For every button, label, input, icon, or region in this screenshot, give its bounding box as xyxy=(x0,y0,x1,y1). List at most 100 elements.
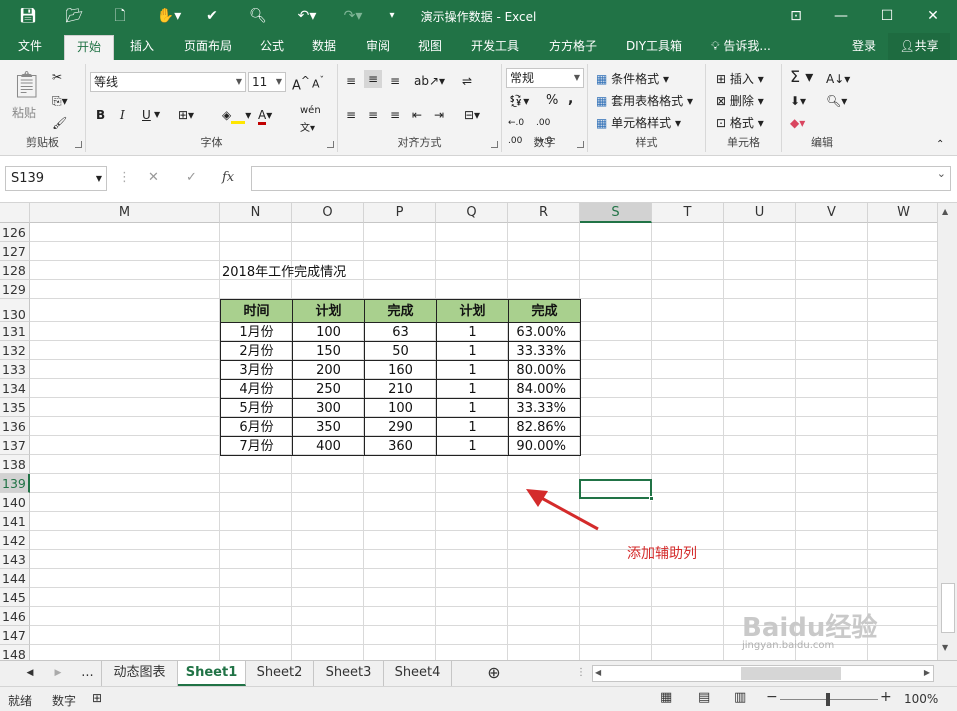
table-cell[interactable]: 1 xyxy=(436,417,509,437)
scroll-thumb[interactable] xyxy=(941,583,955,633)
normal-view-icon[interactable]: ▦ xyxy=(660,690,672,705)
table-cell[interactable]: 400 xyxy=(292,436,365,456)
row-header[interactable]: 146 xyxy=(0,607,30,626)
prev-sheet-icon[interactable]: ◀ xyxy=(20,661,40,686)
sort-filter-icon[interactable]: A↓▾ xyxy=(826,70,850,88)
ribbon-display-icon[interactable]: ⊡ xyxy=(782,4,810,28)
row-header[interactable]: 134 xyxy=(0,379,30,398)
column-header-q[interactable]: Q xyxy=(436,203,508,223)
percent-style-button[interactable]: % xyxy=(546,92,558,110)
row-header[interactable]: 142 xyxy=(0,531,30,550)
autosum-icon[interactable]: Σ ▾ xyxy=(790,68,813,86)
expand-formula-icon[interactable]: ⌄ xyxy=(937,167,946,180)
table-cell[interactable]: 3月份 xyxy=(220,360,293,380)
column-header-s[interactable]: S xyxy=(580,203,652,223)
tell-me-search[interactable]: 💡︎ 告诉我... xyxy=(704,33,778,60)
italic-button[interactable]: I xyxy=(120,106,125,124)
cell-styles-button[interactable]: ▦ 单元格样式 ▾ xyxy=(596,114,681,132)
table-cell[interactable]: 1 xyxy=(436,322,509,342)
grow-font-icon[interactable]: A^ xyxy=(292,72,310,95)
table-cell[interactable]: 82.86% xyxy=(508,417,581,437)
tab-page-layout[interactable]: 页面布局 xyxy=(172,33,244,60)
chevron-down-icon[interactable]: ▼ xyxy=(154,106,160,124)
row-header[interactable]: 145 xyxy=(0,588,30,607)
page-break-view-icon[interactable]: ▥ xyxy=(734,690,746,705)
sheet-title-cell[interactable]: 2018年工作完成情况 xyxy=(222,261,346,280)
align-bottom-icon[interactable]: ≡ xyxy=(390,72,400,90)
phonetic-icon[interactable]: wén 文▾ xyxy=(300,102,321,138)
merge-center-icon[interactable]: ⊟▾ xyxy=(464,106,480,124)
clipboard-launcher-icon[interactable] xyxy=(75,141,82,148)
name-box[interactable]: S139 ▼ xyxy=(5,166,107,191)
table-cell[interactable]: 150 xyxy=(292,341,365,361)
tab-diy-tools[interactable]: DIY工具箱 xyxy=(616,33,692,60)
table-cell[interactable]: 160 xyxy=(364,360,437,380)
column-header-t[interactable]: T xyxy=(652,203,724,223)
borders-icon[interactable]: ⊞▾ xyxy=(178,106,194,124)
column-header-n[interactable]: N xyxy=(220,203,292,223)
close-button[interactable]: ✕ xyxy=(919,4,947,28)
wrap-text-icon[interactable]: ⇌ xyxy=(462,72,472,90)
add-sheet-icon[interactable]: ⊕ xyxy=(480,661,508,686)
font-size-combo[interactable]: 11 ▼ xyxy=(248,72,286,92)
fill-handle[interactable] xyxy=(649,496,654,501)
login-button[interactable]: 登录 xyxy=(844,33,884,60)
horizontal-scrollbar[interactable]: ◀ ▶ xyxy=(592,665,934,682)
scroll-right-icon[interactable]: ▶ xyxy=(924,668,930,677)
underline-button[interactable]: U xyxy=(142,106,151,124)
sheet-tab-dynamic-chart[interactable]: 动态图表 xyxy=(102,661,178,686)
font-color-icon[interactable]: A▾ xyxy=(258,106,272,125)
align-middle-icon[interactable]: ≡ xyxy=(364,70,383,88)
sheet-tab-sheet2[interactable]: Sheet2 xyxy=(246,661,314,686)
table-cell[interactable]: 200 xyxy=(292,360,365,380)
table-header-cell[interactable]: 计划 xyxy=(436,299,509,323)
zoom-out-button[interactable]: − xyxy=(766,689,778,705)
table-cell[interactable]: 33.33% xyxy=(508,341,581,361)
decrease-indent-icon[interactable]: ⇤ xyxy=(412,106,422,124)
align-top-icon[interactable]: ≡ xyxy=(346,72,356,90)
font-launcher-icon[interactable] xyxy=(327,141,334,148)
align-center-icon[interactable]: ≡ xyxy=(368,106,378,124)
row-header[interactable]: 136 xyxy=(0,417,30,436)
table-cell[interactable]: 84.00% xyxy=(508,379,581,399)
row-header[interactable]: 147 xyxy=(0,626,30,645)
table-cell[interactable]: 250 xyxy=(292,379,365,399)
orientation-icon[interactable]: ab↗▾ xyxy=(414,72,445,90)
clear-icon[interactable]: ◆▾ xyxy=(790,114,805,132)
table-header-cell[interactable]: 完成 xyxy=(508,299,581,323)
column-header-u[interactable]: U xyxy=(724,203,796,223)
bold-button[interactable]: B xyxy=(96,106,105,124)
row-header[interactable]: 139 xyxy=(0,474,30,493)
collapse-ribbon-icon[interactable]: ⌃ xyxy=(936,136,944,154)
sheet-tab-sheet1[interactable]: Sheet1 xyxy=(178,661,246,686)
table-cell[interactable]: 50 xyxy=(364,341,437,361)
format-as-table-button[interactable]: ▦ 套用表格格式 ▾ xyxy=(596,92,693,110)
table-cell[interactable]: 1 xyxy=(436,360,509,380)
paste-label[interactable]: 粘贴 xyxy=(12,104,36,122)
table-cell[interactable]: 4月份 xyxy=(220,379,293,399)
share-button[interactable]: 👤︎共享 xyxy=(888,33,950,60)
scroll-down-icon[interactable]: ▼ xyxy=(942,643,948,652)
shrink-font-icon[interactable]: Aˇ xyxy=(312,72,324,94)
table-cell[interactable]: 100 xyxy=(364,398,437,418)
column-header-m[interactable]: M xyxy=(30,203,220,223)
sheet-tab-sheet4[interactable]: Sheet4 xyxy=(384,661,452,686)
tab-insert[interactable]: 插入 xyxy=(118,33,166,60)
table-cell[interactable]: 6月份 xyxy=(220,417,293,437)
table-cell[interactable]: 90.00% xyxy=(508,436,581,456)
worksheet-grid[interactable]: MNOPQRSTUVW 126 127 128 129 130 131 132 133 134 1… xyxy=(0,203,937,660)
fill-icon[interactable]: ⬇▾ xyxy=(790,92,806,110)
chevron-down-icon[interactable]: ▼ xyxy=(96,167,102,190)
sheet-tab-sheet3[interactable]: Sheet3 xyxy=(314,661,384,686)
row-header[interactable]: 130 xyxy=(0,299,30,322)
row-header[interactable]: 127 xyxy=(0,242,30,261)
row-header[interactable]: 144 xyxy=(0,569,30,588)
table-header-cell[interactable]: 计划 xyxy=(292,299,365,323)
tab-review[interactable]: 审阅 xyxy=(356,33,400,60)
insert-function-icon[interactable]: fx xyxy=(222,166,234,191)
cut-icon[interactable]: ✂ xyxy=(52,68,62,86)
column-header-p[interactable]: P xyxy=(364,203,436,223)
table-cell[interactable]: 300 xyxy=(292,398,365,418)
row-header[interactable]: 128 xyxy=(0,261,30,280)
table-cell[interactable]: 210 xyxy=(364,379,437,399)
